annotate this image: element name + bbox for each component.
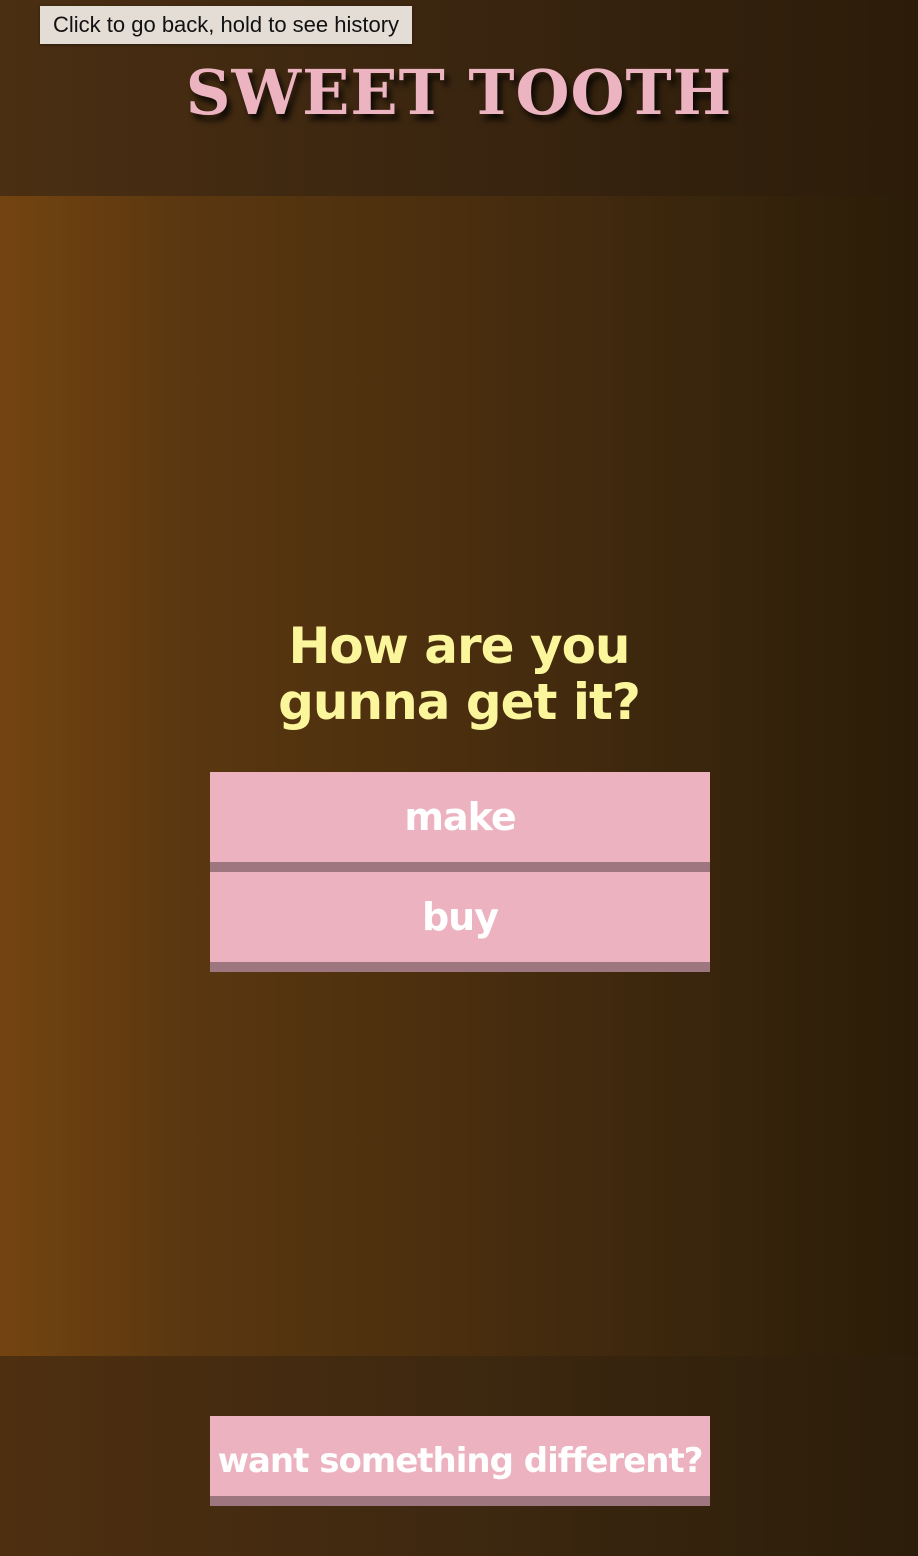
want-something-different-button[interactable]: want something different? <box>210 1416 710 1506</box>
buy-button[interactable]: buy <box>210 872 710 972</box>
question-heading: How are you gunna get it? <box>278 617 641 731</box>
site-title[interactable]: SWEET TOOTH <box>0 56 918 129</box>
back-button-tooltip: Click to go back, hold to see history <box>40 6 413 44</box>
site-footer: want something different? <box>0 1356 918 1556</box>
make-button[interactable]: make <box>210 772 710 872</box>
question-panel: How are you gunna get it? make buy <box>0 196 918 1356</box>
